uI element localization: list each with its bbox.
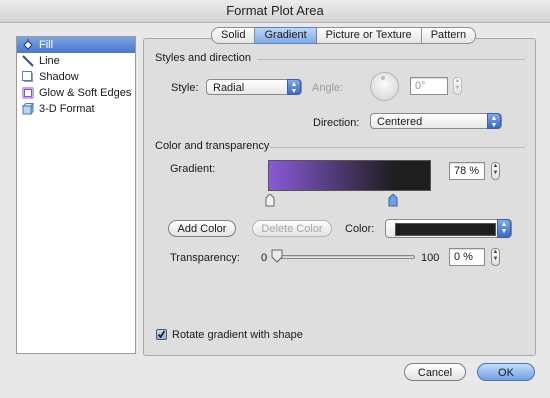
gradient-label: Gradient: [170,163,216,175]
category-list: Fill Line Shadow Glow & Soft Edges 3-D F… [16,36,136,354]
color-popup[interactable]: ▲ ▼ [385,219,512,238]
transparency-max-label: 100 [421,252,440,264]
sidebar-item-shadow[interactable]: Shadow [17,69,135,85]
ok-button[interactable]: OK [477,363,535,381]
gradient-stop-start[interactable] [265,193,275,210]
style-popup[interactable]: Radial ▲ ▼ [206,79,302,95]
direction-value: Centered [377,116,423,128]
line-icon [22,55,34,67]
glow-icon [22,87,34,99]
direction-popup[interactable]: Centered ▲ ▼ [370,113,502,129]
sidebar-item-label: Shadow [39,71,79,83]
gradient-position-stepper[interactable]: ▲ ▼ [491,162,500,180]
sidebar-item-label: Line [39,55,60,67]
gradient-panel: Styles and direction Style: Radial ▲ ▼ An… [143,38,536,356]
gradient-position-input[interactable]: 78 % [449,162,485,180]
paint-bucket-icon [23,39,33,50]
shadow-icon [22,71,33,82]
add-color-button[interactable]: Add Color [168,220,236,237]
gradient-stop-icon [265,193,275,207]
gradient-stop-icon [388,193,398,207]
sidebar-item-3d-format[interactable]: 3-D Format [17,101,135,117]
transparency-stepper[interactable]: ▲ ▼ [491,248,500,266]
sidebar-item-fill[interactable]: Fill [17,37,135,53]
sidebar-item-glow[interactable]: Glow & Soft Edges [17,85,135,101]
checkmark-icon [157,330,166,339]
transparency-min-label: 0 [261,252,268,264]
tab-gradient[interactable]: Gradient [255,27,317,44]
3d-format-icon [22,103,34,115]
styles-section-title: Styles and direction [155,52,251,64]
sidebar-item-label: 3-D Format [39,103,95,115]
color-label: Color: [345,223,375,235]
angle-dial[interactable] [370,72,399,101]
popup-arrows-icon: ▲ ▼ [287,79,301,95]
direction-label: Direction: [313,117,360,129]
transparency-label: Transparency: [170,252,240,264]
angle-label: Angle: [312,82,344,94]
color-section-title: Color and transparency [155,140,270,152]
tab-solid[interactable]: Solid [211,27,256,44]
popup-arrows-icon: ▲ ▼ [487,113,501,129]
delete-color-button[interactable]: Delete Color [252,220,332,237]
transparency-slider-track[interactable] [275,255,415,259]
gradient-stop-selected[interactable] [388,193,398,210]
window-title: Format Plot Area [0,0,550,23]
rotate-gradient-checkbox[interactable] [156,329,167,340]
cancel-button[interactable]: Cancel [404,363,466,381]
style-label: Style: [171,82,199,94]
angle-stepper[interactable]: ▲ ▼ [453,77,462,95]
sidebar-item-label: Fill [39,39,54,51]
sidebar-item-line[interactable]: Line [17,53,135,69]
popup-arrows-icon: ▲ ▼ [497,219,511,238]
tab-picture-or-texture[interactable]: Picture or Texture [316,27,422,44]
transparency-slider-thumb[interactable] [271,249,283,263]
rotate-gradient-label: Rotate gradient with shape [172,329,303,341]
style-value: Radial [213,82,245,94]
slider-thumb-icon [271,249,283,263]
divider [270,147,525,148]
format-plot-area-dialog: Format Plot Area Fill Line Shadow Glow &… [0,0,550,398]
angle-input[interactable]: 0° [410,77,448,95]
sidebar-item-label: Glow & Soft Edges [39,87,132,99]
fill-type-tabs: Solid Gradient Picture or Texture Patter… [211,27,477,44]
divider [257,59,525,60]
transparency-input[interactable]: 0 % [449,248,485,266]
color-swatch [395,223,496,236]
tab-pattern[interactable]: Pattern [421,27,477,44]
gradient-preview-bar[interactable] [268,160,431,191]
angle-dial-indicator [381,76,385,80]
